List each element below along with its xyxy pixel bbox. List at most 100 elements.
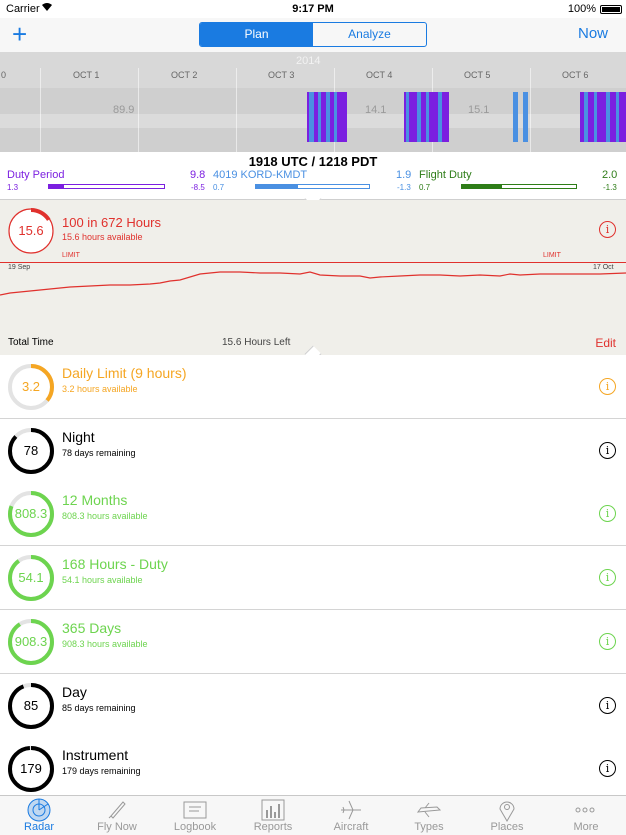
- edit-button[interactable]: Edit: [595, 336, 616, 350]
- limit-title: Daily Limit (9 hours): [62, 365, 187, 381]
- more-icon: [575, 807, 595, 813]
- limit-row[interactable]: 908.3 365 Days 908.3 hours available i: [0, 609, 626, 674]
- flight-left: 0.7: [213, 183, 225, 192]
- flight-block: [334, 92, 337, 142]
- limit-ring: 85: [7, 682, 55, 730]
- limit-ring-value: 78: [23, 442, 39, 458]
- flight-block: [523, 92, 528, 142]
- now-button[interactable]: Now: [578, 25, 608, 42]
- tab-more[interactable]: More: [546, 796, 626, 835]
- info-icon[interactable]: i: [599, 696, 616, 714]
- tab-logbook[interactable]: Logbook: [156, 796, 234, 835]
- flight-duty-progress: [461, 184, 577, 189]
- status-bar: Carrier 9:17 PM 100%: [0, 0, 626, 18]
- total-time-history-line: [0, 271, 626, 296]
- tab-label: Radar: [24, 821, 54, 833]
- limit-row[interactable]: 3.2 Daily Limit (9 hours) 3.2 hours availa…: [0, 355, 626, 419]
- limit-subtitle: 54.1 hours available: [62, 575, 143, 586]
- info-icon[interactable]: i: [599, 632, 616, 650]
- add-button[interactable]: +: [12, 21, 27, 47]
- rocket-icon: [108, 801, 126, 819]
- tab-label: More: [573, 821, 599, 833]
- segment-analyze[interactable]: Analyze: [313, 23, 426, 46]
- total-time-ring-value: 15.6: [18, 223, 44, 238]
- duty-period-value: 9.8: [190, 169, 206, 181]
- tab-label: Reports: [253, 821, 293, 833]
- limit-subtitle: 179 days remaining: [62, 766, 141, 777]
- limit-ring: 908.3: [7, 618, 55, 666]
- info-icon[interactable]: i: [599, 760, 616, 778]
- limit-subtitle: 78 days remaining: [62, 447, 136, 458]
- limit-ring-value: 3.2: [21, 379, 41, 394]
- jet-icon: [417, 802, 441, 818]
- timeline-duty-blocks: [307, 92, 626, 142]
- limit-title: Night: [62, 428, 95, 445]
- bar-chart-icon: [261, 799, 285, 821]
- flight-duty-value: 2.0: [602, 169, 618, 181]
- flight-value: 1.9: [396, 169, 412, 181]
- limit-ring-value: 54.1: [18, 570, 44, 586]
- logbook-icon: [183, 801, 207, 819]
- flight-block: [309, 92, 314, 142]
- limit-ring: 54.1: [7, 554, 55, 602]
- flight-block: [584, 92, 588, 142]
- limit-label-left: LIMIT: [62, 252, 80, 259]
- limit-row[interactable]: 179 Instrument 179 days remaining i: [0, 737, 626, 802]
- limit-subtitle: 85 days remaining: [62, 702, 136, 713]
- limit-ring: 179: [7, 745, 55, 793]
- info-icon[interactable]: i: [599, 505, 616, 523]
- flight-delta: -1.3: [397, 183, 411, 192]
- tab-radar[interactable]: Radar: [0, 796, 78, 835]
- tab-aircraft[interactable]: Aircraft: [312, 796, 390, 835]
- plan-analyze-segmented-control[interactable]: Plan Analyze: [199, 22, 427, 47]
- flight-block: [616, 92, 619, 142]
- current-time-info-bar: 1918 UTC / 1218 PDT Duty Period 9.8 1.3 …: [0, 152, 626, 208]
- tab-places[interactable]: Places: [468, 796, 546, 835]
- flight-progress: [255, 184, 370, 189]
- tab-reports[interactable]: Reports: [234, 796, 312, 835]
- limit-row[interactable]: 78 Night 78 days remaining i: [0, 418, 626, 483]
- info-icon[interactable]: i: [599, 378, 616, 395]
- flight-block: [417, 92, 421, 142]
- limit-row[interactable]: 85 Day 85 days remaining i: [0, 673, 626, 738]
- limit-title: 168 Hours - Duty: [62, 556, 168, 573]
- limit-subtitle: 808.3 hours available: [62, 511, 148, 522]
- tab-label: Logbook: [173, 821, 217, 833]
- battery-icon: [600, 5, 622, 14]
- limit-row[interactable]: 54.1 168 Hours - Duty 54.1 hours available…: [0, 546, 626, 611]
- flight-block: [594, 92, 597, 142]
- total-time-panel[interactable]: 15.6 100 in 672 Hours 15.6 hours availab…: [0, 200, 626, 363]
- nav-bar: + Plan Analyze Now: [0, 18, 626, 52]
- tab-bar: Radar Fly Now Logbook Reports Aircraft T…: [0, 795, 626, 835]
- limit-row[interactable]: 808.3 12 Months 808.3 hours available i: [0, 482, 626, 547]
- limit-subtitle: 908.3 hours available: [62, 638, 148, 649]
- total-time-title: 100 in 672 Hours: [62, 215, 162, 230]
- limit-ring: 808.3: [7, 490, 55, 538]
- duty-timeline[interactable]: 2014 0 OCT 1 OCT 2 OCT 3 OCT 4 OCT 5 OCT…: [0, 52, 626, 152]
- limit-title: Instrument: [62, 747, 129, 764]
- airplane-icon: [341, 800, 361, 820]
- limit-title: Day: [62, 683, 87, 700]
- flight-block: [318, 92, 321, 142]
- app-window: { "status_bar": {"carrier": "Carrier", "…: [0, 0, 626, 835]
- duty-period-delta: -8.5: [191, 183, 205, 192]
- flight-block: [438, 92, 442, 142]
- flight-block: [406, 92, 409, 142]
- tab-types[interactable]: Types: [390, 796, 468, 835]
- limit-label-right: LIMIT: [543, 252, 561, 259]
- info-icon[interactable]: i: [599, 221, 616, 238]
- flight-block: [513, 92, 518, 142]
- limit-ring-value: 85: [23, 697, 39, 713]
- flight-block: [326, 92, 330, 142]
- tab-label: Fly Now: [97, 821, 137, 833]
- segment-plan[interactable]: Plan: [200, 23, 313, 46]
- flight-duty-delta: -1.3: [603, 183, 617, 192]
- total-time-ring: 15.6: [7, 207, 55, 255]
- limit-ring: 78: [7, 427, 55, 475]
- tab-label: Places: [490, 821, 524, 833]
- duty-period-label: Duty Period: [7, 169, 65, 181]
- tab-fly-now[interactable]: Fly Now: [78, 796, 156, 835]
- info-icon[interactable]: i: [599, 441, 616, 459]
- info-icon[interactable]: i: [599, 569, 616, 587]
- limit-ring-value: 808.3: [14, 506, 48, 522]
